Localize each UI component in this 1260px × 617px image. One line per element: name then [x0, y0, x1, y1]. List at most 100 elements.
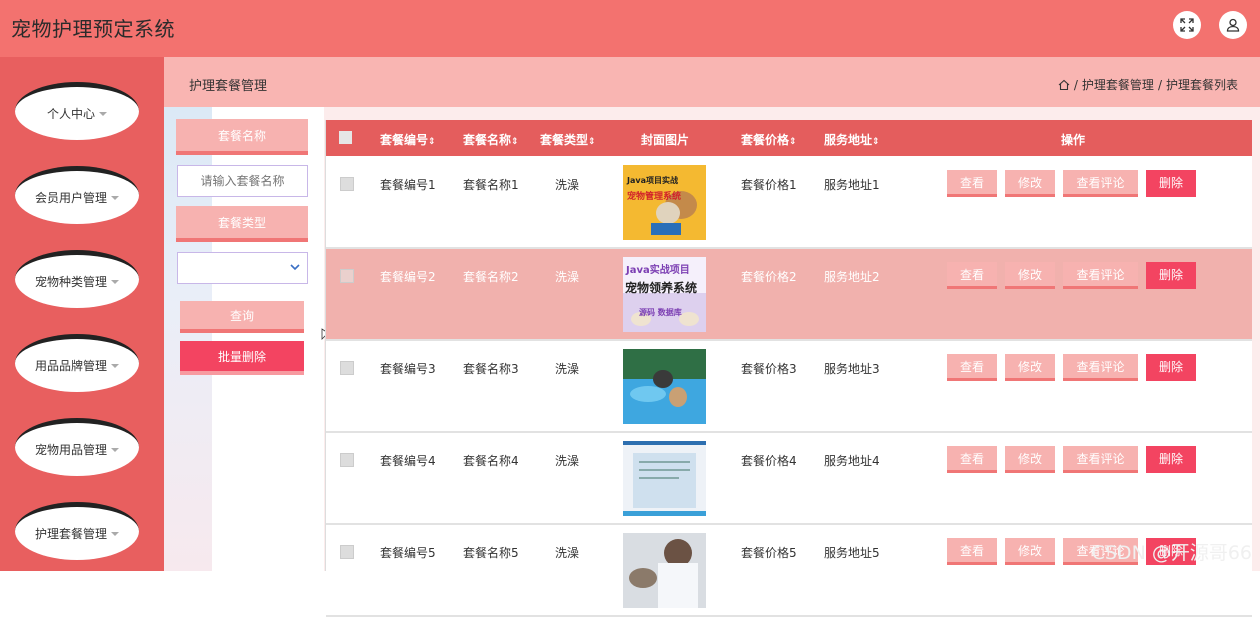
sidebar-item-label: 个人中心: [46, 107, 95, 121]
package-type-label: 套餐类型: [176, 206, 308, 242]
cell-code: 套餐编号1: [380, 178, 436, 192]
view-comments-button[interactable]: 查看评论: [1063, 262, 1138, 289]
top-bar: [0, 0, 1260, 57]
cell-price: 套餐价格5: [741, 546, 797, 560]
cell-price: 套餐价格4: [741, 454, 797, 468]
cell-code: 套餐编号5: [380, 546, 436, 560]
cell-type: 洗澡: [555, 546, 580, 560]
chevron-down-icon: [290, 264, 300, 271]
cover-image: Java项目实战 宠物管理系统: [623, 165, 706, 240]
view-button[interactable]: 查看: [947, 446, 997, 473]
table-row: 套餐编号1 套餐名称1 洗澡 Java项目实战 宠物管理系统 套餐价格1 服务地…: [326, 157, 1252, 249]
sidebar-item-label: 会员用户管理: [34, 191, 107, 205]
row-checkbox[interactable]: [340, 269, 354, 283]
cell-type: 洗澡: [555, 270, 580, 284]
breadcrumb-item: 护理套餐列表: [1165, 78, 1238, 92]
column-header-address[interactable]: 服务地址⇕: [824, 131, 880, 148]
caret-down-icon: [111, 279, 119, 284]
row-checkbox[interactable]: [340, 545, 354, 559]
table-header: 套餐编号⇕ 套餐名称⇕ 套餐类型⇕ 封面图片 套餐价格⇕ 服务地址⇕ 操作: [326, 120, 1252, 156]
cell-name: 套餐名称1: [463, 178, 519, 192]
caret-down-icon: [111, 531, 119, 536]
sidebar-item-brands[interactable]: 用品品牌管理: [15, 334, 139, 392]
column-header-type[interactable]: 套餐类型⇕: [540, 131, 596, 148]
cell-name: 套餐名称3: [463, 362, 519, 376]
page-title: 护理套餐管理: [189, 79, 268, 94]
cell-code: 套餐编号2: [380, 270, 436, 284]
cell-address: 服务地址2: [824, 270, 880, 284]
cell-name: 套餐名称4: [463, 454, 519, 468]
breadcrumb: / 护理套餐管理 / 护理套餐列表: [1058, 76, 1238, 93]
sidebar-item-pet-supplies[interactable]: 宠物用品管理: [15, 418, 139, 476]
package-name-input[interactable]: [177, 165, 308, 197]
sidebar-item-personal-center[interactable]: 个人中心: [15, 82, 139, 140]
cell-price: 套餐价格1: [741, 178, 797, 192]
row-checkbox[interactable]: [340, 177, 354, 191]
view-button[interactable]: 查看: [947, 538, 997, 565]
view-button[interactable]: 查看: [947, 354, 997, 381]
column-header-price[interactable]: 套餐价格⇕: [741, 131, 797, 148]
caret-down-icon: [111, 447, 119, 452]
breadcrumb-separator: /: [1157, 77, 1162, 92]
column-header-code[interactable]: 套餐编号⇕: [380, 131, 436, 148]
package-type-select[interactable]: [177, 252, 308, 284]
edit-button[interactable]: 修改: [1005, 170, 1055, 197]
sidebar-item-member-users[interactable]: 会员用户管理: [15, 166, 139, 224]
batch-delete-button[interactable]: 批量删除: [180, 341, 304, 375]
delete-button[interactable]: 删除: [1146, 170, 1196, 197]
sidebar-item-label: 护理套餐管理: [34, 527, 107, 541]
cell-code: 套餐编号4: [380, 454, 436, 468]
cover-image-text: 宠物领养系统: [625, 281, 698, 295]
cover-image: [623, 441, 706, 516]
row-checkbox[interactable]: [340, 361, 354, 375]
view-button[interactable]: 查看: [947, 170, 997, 197]
cover-image: [623, 349, 706, 424]
cell-address: 服务地址3: [824, 362, 880, 376]
edit-button[interactable]: 修改: [1005, 446, 1055, 473]
view-comments-button[interactable]: 查看评论: [1063, 446, 1138, 473]
view-button[interactable]: 查看: [947, 262, 997, 289]
cell-address: 服务地址5: [824, 546, 880, 560]
home-icon[interactable]: [1058, 79, 1070, 91]
sidebar-item-label: 宠物用品管理: [34, 443, 107, 457]
cell-type: 洗澡: [555, 362, 580, 376]
table-row: 套餐编号2 套餐名称2 洗澡 Java实战项目 宠物领养系统 源码 数据库 套餐…: [326, 249, 1252, 341]
cover-image-text: 源码 数据库: [639, 308, 682, 317]
cell-type: 洗澡: [555, 178, 580, 192]
sidebar-item-label: 宠物种类管理: [34, 275, 107, 289]
breadcrumb-item[interactable]: 护理套餐管理: [1082, 76, 1154, 93]
cell-address: 服务地址1: [824, 178, 880, 192]
edit-button[interactable]: 修改: [1005, 538, 1055, 565]
column-header-name[interactable]: 套餐名称⇕: [463, 131, 519, 148]
view-comments-button[interactable]: 查看评论: [1063, 170, 1138, 197]
cell-price: 套餐价格2: [741, 270, 797, 284]
cover-image-text: 宠物管理系统: [627, 192, 682, 202]
table-row: 套餐编号4 套餐名称4 洗澡 套餐价格4 服务地址4 查看 修改 查看评论 删除: [326, 433, 1252, 525]
watermark: CSDN @开源哥66: [1091, 542, 1252, 564]
cell-name: 套餐名称2: [463, 270, 519, 284]
fullscreen-icon[interactable]: [1173, 11, 1201, 39]
cell-name: 套餐名称5: [463, 546, 519, 560]
view-comments-button[interactable]: 查看评论: [1063, 354, 1138, 381]
app-title: 宠物护理预定系统: [11, 17, 175, 41]
sidebar-item-care-packages[interactable]: 护理套餐管理: [15, 502, 139, 560]
sidebar-item-label: 用品品牌管理: [34, 359, 107, 373]
delete-button[interactable]: 删除: [1146, 262, 1196, 289]
row-checkbox[interactable]: [340, 453, 354, 467]
delete-button[interactable]: 删除: [1146, 354, 1196, 381]
edit-button[interactable]: 修改: [1005, 354, 1055, 381]
cell-code: 套餐编号3: [380, 362, 436, 376]
column-header-image: 封面图片: [641, 133, 690, 147]
cover-image-text: Java项目实战: [627, 176, 678, 185]
select-all-checkbox[interactable]: [339, 131, 352, 144]
query-button[interactable]: 查询: [180, 301, 304, 333]
package-table: 套餐编号⇕ 套餐名称⇕ 套餐类型⇕ 封面图片 套餐价格⇕ 服务地址⇕ 操作 套餐…: [325, 120, 1252, 617]
caret-down-icon: [99, 111, 107, 116]
cover-image-text: Java实战项目: [626, 265, 690, 276]
sidebar-item-pet-types[interactable]: 宠物种类管理: [15, 250, 139, 308]
cell-type: 洗澡: [555, 454, 580, 468]
table-row: 套餐编号3 套餐名称3 洗澡 套餐价格3 服务地址3 查看 修改 查看评论 删除: [326, 341, 1252, 433]
user-icon[interactable]: [1219, 11, 1247, 39]
edit-button[interactable]: 修改: [1005, 262, 1055, 289]
delete-button[interactable]: 删除: [1146, 446, 1196, 473]
